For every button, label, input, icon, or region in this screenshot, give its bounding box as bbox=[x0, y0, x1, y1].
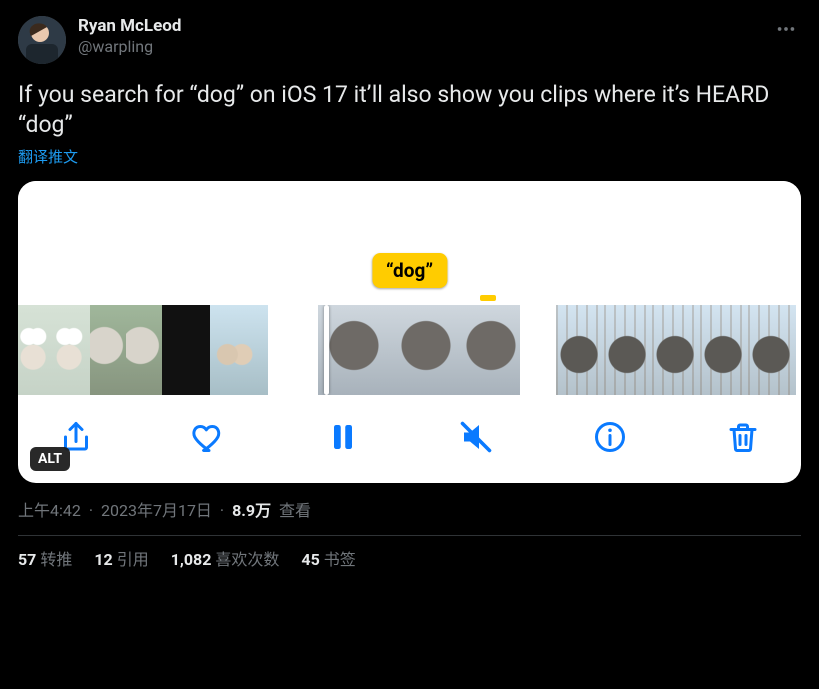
meta-line: 上午4:42 · 2023年7月17日 · 8.9万 查看 bbox=[18, 497, 801, 521]
caption-tick bbox=[480, 295, 496, 301]
clip-thumbnail bbox=[18, 305, 54, 395]
trash-icon[interactable] bbox=[723, 417, 763, 457]
clip-thumbnail bbox=[556, 305, 604, 395]
divider bbox=[18, 535, 801, 536]
stats-row: 57转推 12引用 1,082喜欢次数 45书签 bbox=[18, 546, 801, 570]
tweet-text: If you search for “dog” on iOS 17 it’ll … bbox=[18, 80, 801, 140]
more-button[interactable] bbox=[771, 14, 801, 49]
timeline-strip[interactable] bbox=[18, 305, 801, 395]
clip-thumbnail bbox=[748, 305, 796, 395]
clip-thumbnail bbox=[90, 305, 126, 395]
avatar[interactable] bbox=[18, 16, 66, 64]
heart-icon[interactable] bbox=[189, 417, 229, 457]
clip-thumbnail bbox=[390, 305, 462, 395]
clip-thumbnail bbox=[604, 305, 652, 395]
date[interactable]: 2023年7月17日 bbox=[101, 501, 212, 520]
clip-thumbnail bbox=[54, 305, 90, 395]
tweet-container: Ryan McLeod @warpling If you search for … bbox=[0, 0, 819, 580]
alt-badge[interactable]: ALT bbox=[30, 447, 70, 471]
clip-thumbnail bbox=[462, 305, 520, 395]
name-block: Ryan McLeod @warpling bbox=[78, 16, 181, 57]
pause-icon[interactable] bbox=[323, 417, 363, 457]
time[interactable]: 上午4:42 bbox=[18, 501, 81, 520]
info-icon[interactable] bbox=[590, 417, 630, 457]
media-whitespace bbox=[18, 181, 801, 261]
playhead[interactable] bbox=[324, 305, 329, 395]
media-card[interactable]: “dog” bbox=[18, 181, 801, 483]
mute-icon[interactable] bbox=[456, 417, 496, 457]
display-name[interactable]: Ryan McLeod bbox=[78, 16, 181, 37]
clip-thumbnail bbox=[210, 305, 268, 395]
clip-thumbnail bbox=[162, 305, 210, 395]
clip-thumbnail bbox=[126, 305, 162, 395]
quotes[interactable]: 12引用 bbox=[94, 546, 148, 570]
bookmarks[interactable]: 45书签 bbox=[301, 546, 355, 570]
clip-thumbnail bbox=[652, 305, 700, 395]
handle[interactable]: @warpling bbox=[78, 37, 181, 57]
views-count[interactable]: 8.9万 bbox=[232, 501, 271, 520]
likes[interactable]: 1,082喜欢次数 bbox=[171, 546, 280, 570]
media-toolbar bbox=[18, 395, 801, 483]
retweets[interactable]: 57转推 bbox=[18, 546, 72, 570]
caption-bubble: “dog” bbox=[372, 253, 447, 288]
clip-thumbnail bbox=[318, 305, 390, 395]
translate-link[interactable]: 翻译推文 bbox=[18, 146, 801, 167]
tweet-header: Ryan McLeod @warpling bbox=[18, 16, 801, 64]
views-label: 查看 bbox=[279, 501, 311, 520]
clip-thumbnail bbox=[700, 305, 748, 395]
